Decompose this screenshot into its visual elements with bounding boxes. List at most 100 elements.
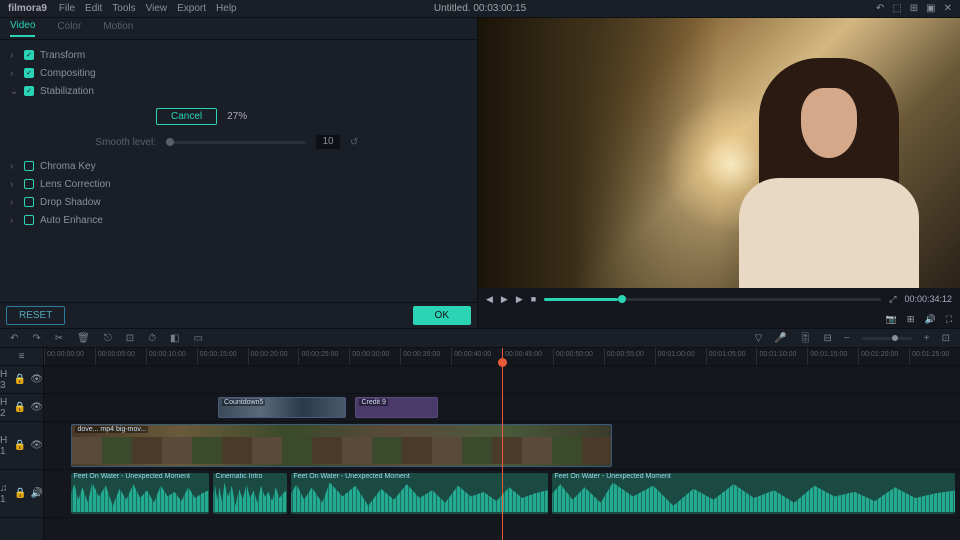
checkbox-stabilization[interactable] (24, 86, 34, 96)
marker-icon[interactable]: ▽ (755, 333, 763, 344)
waveform (552, 481, 955, 512)
stop-icon[interactable]: ■ (531, 294, 536, 304)
track-header-h2[interactable]: H 2 🔒 👁 (0, 394, 43, 422)
timeline-tracks[interactable]: 00:00:00:0000:00:05:0000:00:10:0000:00:1… (44, 348, 960, 540)
zoom-fit-icon[interactable]: ⊡ (942, 333, 950, 344)
clip-audio-2[interactable]: Cinematic Intro (213, 473, 286, 514)
tick: 00:00:40:00 (451, 348, 502, 365)
clip-audio-3[interactable]: Feet On Water - Unexpected Moment (291, 473, 547, 514)
prop-transform[interactable]: ›Transform (10, 46, 467, 64)
label-lens: Lens Correction (40, 179, 111, 190)
chevron-right-icon: › (10, 50, 18, 61)
prop-stabilization[interactable]: ⌄Stabilization (10, 82, 467, 100)
layout-icon[interactable]: ⬚ (892, 3, 901, 14)
smooth-value[interactable]: 10 (316, 135, 340, 149)
tab-color[interactable]: Color (57, 21, 81, 36)
menu-help[interactable]: Help (216, 3, 237, 14)
checkbox-drop[interactable] (24, 197, 34, 207)
clip-countdown[interactable]: Countdown5 (218, 397, 346, 418)
track-header-a1[interactable]: ♫ 1 🔒 🔊 (0, 470, 43, 518)
playhead[interactable] (502, 348, 503, 540)
render-icon[interactable]: ⊟ (824, 333, 832, 344)
eye-icon[interactable]: 👁 (30, 402, 43, 413)
checkbox-chroma[interactable] (24, 161, 34, 171)
reset-smooth-icon[interactable]: ↺ (350, 137, 358, 148)
clip-audio-4[interactable]: Feet On Water - Unexpected Moment (552, 473, 955, 514)
prop-drop[interactable]: ›Drop Shadow (10, 193, 467, 211)
play-icon[interactable]: ▶ (501, 294, 508, 305)
menu-file[interactable]: File (59, 3, 75, 14)
eye-icon[interactable]: 👁 (30, 374, 43, 385)
lock-icon[interactable]: 🔒 (14, 402, 26, 413)
video-preview[interactable] (478, 18, 960, 288)
lock-icon[interactable]: 🔒 (14, 440, 26, 451)
smooth-slider[interactable] (166, 141, 306, 144)
prev-frame-icon[interactable]: ◀ (486, 294, 493, 305)
tick: 00:00:20:00 (248, 348, 299, 365)
lock-icon[interactable]: 🔒 (14, 488, 26, 499)
mixer-icon[interactable]: 🎚 (799, 333, 812, 344)
cut-icon[interactable]: ✂ (55, 333, 63, 344)
menu-export[interactable]: Export (177, 3, 206, 14)
cancel-button[interactable]: Cancel (156, 108, 217, 125)
clip-main-video[interactable]: dove... mp4 big-mov... (71, 424, 611, 467)
eye-icon[interactable]: 👁 (30, 440, 43, 451)
reset-button[interactable]: RESET (6, 306, 65, 325)
redo-icon[interactable]: ↷ (32, 333, 40, 344)
quality-icon[interactable]: ⊞ (907, 314, 915, 325)
prop-lens[interactable]: ›Lens Correction (10, 175, 467, 193)
mic-icon[interactable]: 🎤 (774, 333, 786, 344)
delete-icon[interactable]: 🗑 (77, 333, 90, 344)
track-header-h3[interactable]: H 3🔒👁 (0, 366, 43, 394)
prop-chroma[interactable]: ›Chroma Key (10, 157, 467, 175)
checkbox-transform[interactable] (24, 50, 34, 60)
tab-motion[interactable]: Motion (103, 21, 133, 36)
slider-thumb[interactable] (166, 138, 174, 146)
fullscreen-icon[interactable]: ⛶ (946, 314, 952, 325)
tick: 00:00:10:00 (146, 348, 197, 365)
zoom-out-icon[interactable]: − (844, 333, 850, 344)
track-label: H 2 (0, 397, 10, 419)
menu-view[interactable]: View (146, 3, 168, 14)
volume-icon[interactable]: 🔊 (924, 314, 935, 325)
clip-credit[interactable]: Credit 9 (355, 397, 437, 418)
green-icon[interactable]: ▭ (193, 333, 202, 344)
menu-tools[interactable]: Tools (112, 3, 135, 14)
split-icon[interactable]: ⎋ (104, 333, 112, 344)
next-frame-icon[interactable]: ▶ (516, 294, 523, 305)
menu-edit[interactable]: Edit (85, 3, 102, 14)
checkbox-lens[interactable] (24, 179, 34, 189)
checkbox-auto[interactable] (24, 215, 34, 225)
progress-thumb[interactable] (618, 295, 626, 303)
lock-icon[interactable]: 🔒 (14, 374, 26, 385)
zoom-in-icon[interactable]: + (924, 333, 930, 344)
mute-icon[interactable]: 🔊 (31, 488, 43, 499)
color-icon[interactable]: ◧ (170, 333, 179, 344)
undo-icon[interactable]: ↶ (876, 3, 884, 14)
progress-bar[interactable] (544, 298, 881, 301)
waveform (213, 481, 286, 512)
clip-label: Credit 9 (359, 399, 388, 406)
maximize-icon[interactable]: ▣ (926, 3, 935, 14)
timeline-options-icon[interactable]: ≡ (0, 348, 43, 366)
tab-video[interactable]: Video (10, 20, 35, 37)
expand-icon[interactable]: ⤢ (889, 294, 896, 305)
prop-auto[interactable]: ›Auto Enhance (10, 211, 467, 229)
checkbox-compositing[interactable] (24, 68, 34, 78)
speed-icon[interactable]: ⏱ (148, 333, 156, 344)
tick: 00:00:55:00 (604, 348, 655, 365)
minimize-icon[interactable]: ⊞ (910, 3, 918, 14)
close-icon[interactable]: ✕ (944, 3, 952, 14)
prop-compositing[interactable]: ›Compositing (10, 64, 467, 82)
clip-label: Feet On Water - Unexpected Moment (73, 473, 189, 480)
zoom-slider[interactable] (862, 337, 912, 340)
track-header-h1[interactable]: H 1🔒👁 (0, 422, 43, 470)
zoom-thumb[interactable] (892, 335, 898, 341)
snapshot-icon[interactable]: 📷 (886, 314, 897, 325)
crop-icon[interactable]: ⊡ (126, 333, 134, 344)
ok-button[interactable]: OK (413, 306, 471, 325)
track-label: ♫ 1 (0, 483, 10, 505)
tick: 00:00:25:00 (298, 348, 349, 365)
clip-audio-1[interactable]: Feet On Water - Unexpected Moment (71, 473, 208, 514)
undo-icon[interactable]: ↶ (10, 333, 18, 344)
